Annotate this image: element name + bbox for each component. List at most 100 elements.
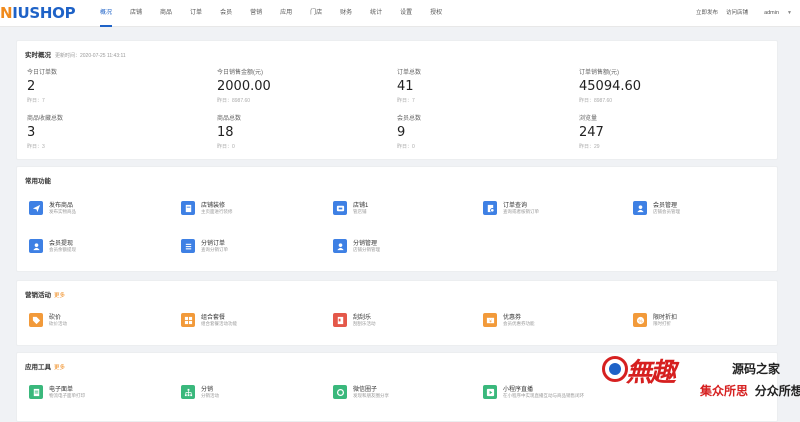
nav-item[interactable]: 店铺 — [130, 0, 142, 27]
chevron-down-icon: ▼ — [787, 10, 792, 16]
tools-title: 应用工具 更多 — [25, 361, 65, 371]
stat-item: 订单销售额(元) 45094.60 昨日：8987.60 — [579, 67, 641, 104]
stat-yesterday: 昨日：7 — [397, 98, 415, 104]
nav-item[interactable]: 财务 — [340, 0, 352, 27]
stat-item: 浏览量 247 昨日：29 — [579, 113, 604, 150]
overview-title: 实时概况 更新时间：2020-07-25 11:43:11 — [25, 49, 126, 59]
function-item[interactable]: 分销 分销活动 — [181, 383, 321, 407]
function-desc: 查询分销订单 — [201, 247, 228, 252]
store-icon — [333, 201, 347, 215]
function-item[interactable]: 分销订单 查询分销订单 — [181, 237, 321, 261]
nav-item[interactable]: 商品 — [160, 0, 172, 27]
function-item[interactable]: 砍价 砍价活动 — [29, 311, 169, 335]
nav-item[interactable]: 营销 — [250, 0, 262, 27]
function-item[interactable]: ¥ 优惠券 会员优惠券功能 — [483, 311, 623, 335]
top-navbar: NIUSHOP 概况 店铺 商品 订单 会员 营销 应用 门店 财务 统计 设置 授权 立即发布 访问… — [0, 0, 800, 27]
username: admin — [764, 10, 780, 16]
coupon-icon: ¥ — [483, 313, 497, 327]
stat-label: 订单销售额(元) — [579, 70, 619, 76]
stat-yesterday: 昨日：29 — [579, 144, 600, 150]
function-item[interactable]: 刮刮乐 刮刮乐活动 — [333, 311, 473, 335]
function-desc: 主页面进行装修 — [201, 209, 233, 214]
nav-item[interactable]: 授权 — [430, 0, 442, 27]
function-desc: 刮刮乐活动 — [353, 321, 376, 326]
stat-label: 会员总数 — [397, 116, 422, 122]
function-item[interactable]: 店铺1 管店铺 — [333, 199, 473, 223]
function-item[interactable]: % 限时折扣 限时打折 — [633, 311, 773, 335]
marketing-more-link[interactable]: 更多 — [54, 293, 65, 299]
nav-item[interactable]: 会员 — [220, 0, 232, 27]
circle-icon — [333, 385, 347, 399]
nav-item[interactable]: 统计 — [370, 0, 382, 27]
stat-yesterday: 昨日：0 — [397, 144, 415, 150]
stat-label: 商品总数 — [217, 116, 242, 122]
function-title: 店铺1 — [353, 203, 369, 209]
svg-text:%: % — [638, 318, 642, 323]
user-icon — [633, 201, 647, 215]
grid-icon — [181, 313, 195, 327]
visit-store-link[interactable]: 访问店铺 — [726, 0, 748, 27]
function-item[interactable]: 分销管理 店铺分销管理 — [333, 237, 473, 261]
nav-item[interactable]: 门店 — [310, 0, 322, 27]
function-item[interactable]: 订单查询 查询或者核销订单 — [483, 199, 623, 223]
video-icon — [483, 385, 497, 399]
stat-value: 41 — [397, 79, 414, 94]
top-right-links: 立即发布 访问店铺 admin ▼ — [688, 0, 792, 27]
function-desc: 物流电子面单打印 — [49, 393, 85, 398]
watermark-line2: 集众所思 分众所想 — [700, 382, 800, 399]
publish-link[interactable]: 立即发布 — [696, 0, 718, 27]
stat-yesterday: 昨日：8987.60 — [217, 98, 251, 104]
marketing-title-text: 营销活动 — [25, 292, 51, 299]
common-functions-title: 常用功能 — [25, 178, 51, 185]
nav-item[interactable]: 概况 — [100, 0, 113, 27]
sheet-icon — [29, 385, 43, 399]
function-title: 砍价 — [49, 315, 62, 321]
stat-label: 今日销售金额(元) — [217, 70, 263, 76]
nav-item[interactable]: 订单 — [190, 0, 202, 27]
function-desc: 会员余额提现 — [49, 247, 76, 252]
function-desc: 组合套餐活动功能 — [201, 321, 237, 326]
nav-item[interactable]: 设置 — [400, 0, 412, 27]
function-item[interactable]: 微信圈子 发现和朋友圈分享 — [333, 383, 473, 407]
tools-title-text: 应用工具 — [25, 364, 51, 371]
function-desc: 查询或者核销订单 — [503, 209, 539, 214]
user-icon — [29, 239, 43, 253]
watermark-logo: 無趣 源码之家 集众所思 分众所想 — [600, 352, 800, 408]
function-title: 组合套餐 — [201, 315, 226, 321]
stat-yesterday: 昨日：8987.60 — [579, 98, 613, 104]
stat-value: 45094.60 — [579, 79, 642, 94]
function-title: 会员管理 — [653, 203, 678, 209]
function-desc: 店铺会员管理 — [653, 209, 680, 214]
stat-item: 会员总数 9 昨日：0 — [397, 113, 421, 150]
function-item[interactable]: 发布商品 发布实物商品 — [29, 199, 169, 223]
watermark-circle-icon — [602, 356, 628, 382]
function-item[interactable]: 组合套餐 组合套餐活动功能 — [181, 311, 321, 335]
function-item[interactable]: 电子面单 物流电子面单打印 — [29, 383, 169, 407]
marketing-title: 营销活动 更多 — [25, 289, 65, 299]
stat-value: 247 — [579, 125, 604, 140]
function-title: 分销订单 — [201, 241, 226, 247]
function-item[interactable]: 店铺装修 主页面进行装修 — [181, 199, 321, 223]
overview-card: 实时概况 更新时间：2020-07-25 11:43:11 今日订单数 2 昨日：7 今… — [16, 40, 778, 160]
function-item[interactable]: 会员提现 会员余额提现 — [29, 237, 169, 261]
function-title: 电子面单 — [49, 387, 74, 393]
stat-item: 订单总数 41 昨日：7 — [397, 67, 421, 104]
update-time: 更新时间：2020-07-25 11:43:11 — [55, 53, 126, 59]
function-desc: 发布实物商品 — [49, 209, 76, 214]
function-item[interactable]: 会员管理 店铺会员管理 — [633, 199, 773, 223]
logo[interactable]: NIUSHOP — [0, 4, 76, 22]
list-icon — [181, 239, 195, 253]
function-title: 店铺装修 — [201, 203, 226, 209]
function-title: 订单查询 — [503, 203, 528, 209]
function-desc: 在小程序中实现直播互动与商品销售闭环 — [503, 393, 584, 398]
user-menu[interactable]: admin ▼ — [756, 0, 792, 27]
function-title: 限时折扣 — [653, 315, 678, 321]
function-desc: 砍价活动 — [49, 321, 67, 326]
tag-icon — [29, 313, 43, 327]
send-icon — [29, 201, 43, 215]
nav-item[interactable]: 应用 — [280, 0, 292, 27]
tree-icon — [181, 385, 195, 399]
stat-yesterday: 昨日：7 — [27, 98, 45, 104]
tools-more-link[interactable]: 更多 — [54, 365, 65, 371]
discount-icon: % — [633, 313, 647, 327]
